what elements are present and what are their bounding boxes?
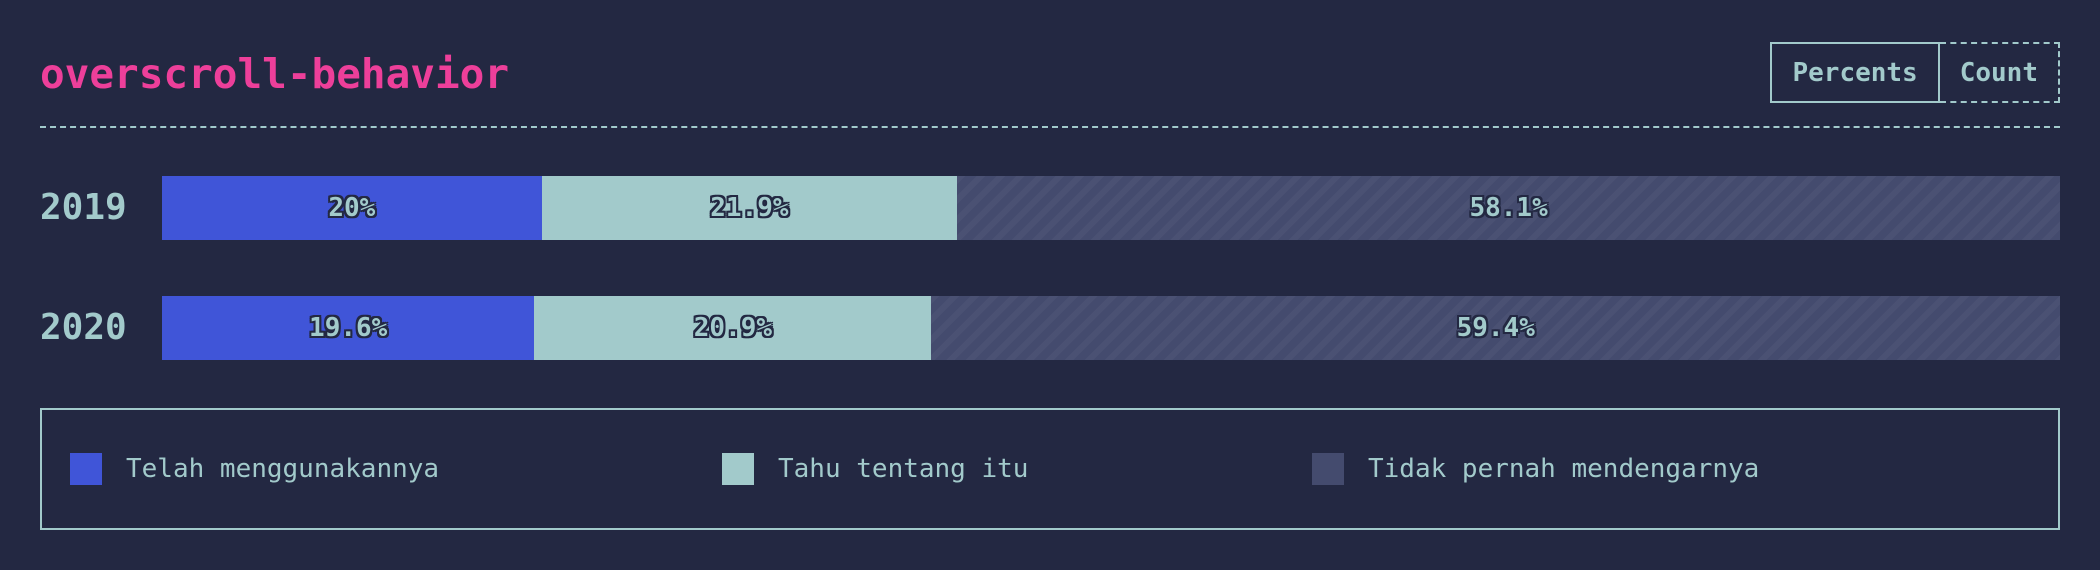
bar-segment[interactable]: 59.4%	[931, 296, 2060, 360]
data-label: 19.6%	[309, 313, 388, 343]
bar-segment[interactable]: 19.6%	[162, 296, 535, 360]
row-year-label: 2020	[40, 307, 127, 348]
unit-toggle: Percents Count	[1770, 42, 2060, 103]
stacked-bar: 20% 21.9% 58.1%	[162, 176, 2060, 240]
percents-button[interactable]: Percents	[1770, 42, 1940, 103]
data-label: 59.4%	[1456, 313, 1535, 343]
legend-label: Tahu tentang itu	[778, 454, 1029, 484]
legend-label: Telah menggunakannya	[126, 454, 440, 484]
legend: Telah menggunakannya Tahu tentang itu Tida…	[40, 408, 2060, 530]
header-divider	[40, 126, 2060, 128]
bar-row: 2020 19.6% 20.9% 59.4%	[40, 296, 2060, 360]
legend-swatch	[722, 453, 754, 485]
legend-item[interactable]: Tidak pernah mendengarnya	[1312, 410, 1759, 528]
data-label: 20%	[328, 193, 376, 223]
data-label: 58.1%	[1469, 193, 1548, 223]
bar-segment[interactable]: 21.9%	[541, 176, 958, 240]
bar-segment[interactable]: 20.9%	[534, 296, 932, 360]
stacked-bar: 19.6% 20.9% 59.4%	[162, 296, 2060, 360]
legend-item[interactable]: Telah menggunakannya	[70, 410, 439, 528]
row-year-label: 2019	[40, 187, 127, 228]
chart-title: overscroll-behavior	[40, 50, 509, 98]
legend-item[interactable]: Tahu tentang itu	[722, 410, 1028, 528]
bar-segment[interactable]: 58.1%	[957, 176, 2060, 240]
count-button[interactable]: Count	[1939, 42, 2060, 103]
legend-swatch	[70, 453, 102, 485]
data-label: 21.9%	[710, 193, 789, 223]
bar-row: 2019 20% 21.9% 58.1%	[40, 176, 2060, 240]
legend-label: Tidak pernah mendengarnya	[1368, 454, 1760, 484]
data-label: 20.9%	[693, 313, 773, 343]
bar-segment[interactable]: 20%	[162, 176, 542, 240]
legend-swatch	[1312, 453, 1344, 485]
